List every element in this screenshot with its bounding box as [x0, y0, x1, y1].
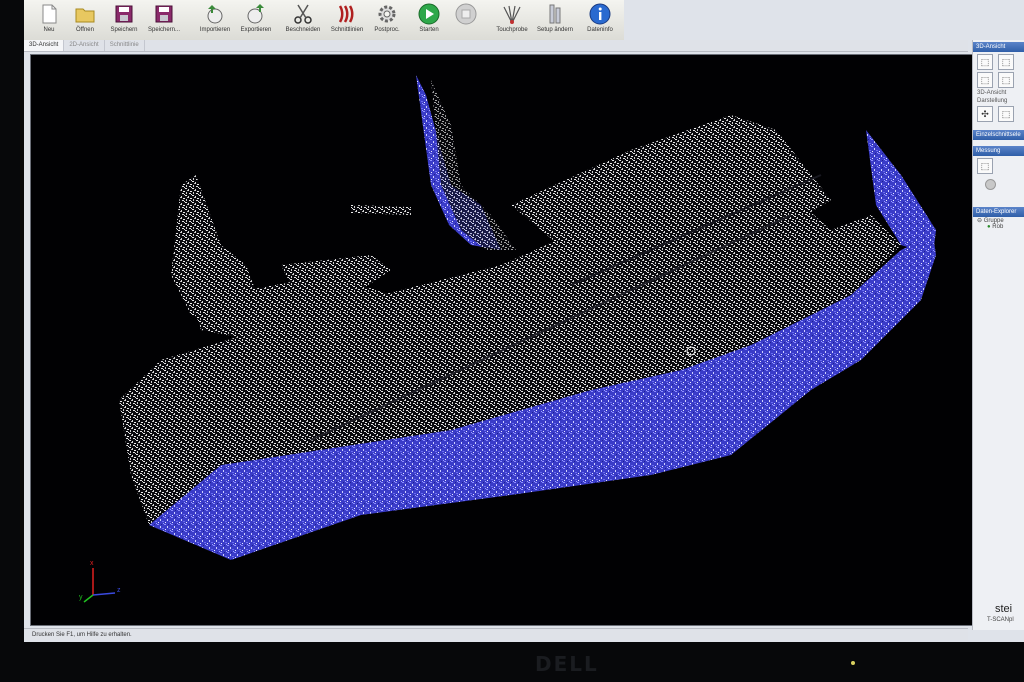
main-toolbar: Neu Öffnen Speichern Speichern... Import… [24, 0, 624, 41]
postproc-label: Postproc. [374, 27, 400, 33]
display-label: Darstellung [977, 98, 1008, 104]
stop-icon [455, 3, 477, 25]
touchprobe-label: Touchprobe [496, 27, 528, 33]
export-label: Exportieren [240, 27, 272, 33]
display-mode-button[interactable]: ✣ [977, 106, 993, 122]
application-window: Neu Öffnen Speichern Speichern... Import… [24, 0, 1024, 642]
save-as-button[interactable]: Speichern... [144, 0, 184, 40]
3d-viewport[interactable]: x z y [30, 54, 974, 626]
setup-label: Setup ändern [536, 27, 574, 33]
open-folder-icon [75, 8, 95, 23]
status-dot-icon [985, 179, 996, 190]
view-tabs: 3D-Ansicht 2D-Ansicht Schnittlinie [24, 40, 968, 52]
data-info-button[interactable]: Dateninfo [580, 0, 620, 40]
monitor-brand-logo: DELL [535, 652, 599, 676]
save-label: Speichern [110, 27, 138, 33]
status-bar: Drucken Sie F1, um Hilfe zu erhalten. [24, 628, 968, 640]
view-iso-button[interactable]: ⬚ [998, 72, 1014, 88]
save-as-icon [155, 5, 173, 23]
setup-icon [549, 4, 561, 24]
cut-lines-button[interactable]: Schnittlinien [326, 0, 368, 40]
setup-button[interactable]: Setup ändern [534, 0, 576, 40]
tree-item-label: Rob [992, 224, 1004, 230]
tab-cut-line[interactable]: Schnittlinie [105, 40, 145, 51]
right-panel: 3D-Ansicht ⬚ ⬚ ⬚ ⬚ 3D-Ansicht Darstellung … [972, 40, 1024, 630]
view-front-button[interactable]: ⬚ [977, 54, 993, 70]
data-explorer-header[interactable]: Daten-Explorer [973, 207, 1024, 217]
touchprobe-button[interactable]: Touchprobe [492, 0, 532, 40]
start-button[interactable]: Starten [410, 0, 448, 40]
touchprobe-icon [503, 5, 521, 24]
save-as-label: Speichern... [147, 27, 181, 33]
info-icon [589, 3, 611, 25]
start-label: Starten [419, 27, 439, 33]
axis-y-label: y [79, 594, 83, 601]
tab-2d-view[interactable]: 2D-Ansicht [64, 40, 105, 51]
measure-button[interactable]: ⬚ [977, 158, 993, 174]
import-button[interactable]: Importieren [196, 0, 234, 40]
open-button[interactable]: Öffnen [68, 0, 102, 40]
tab-3d-view[interactable]: 3D-Ansicht [24, 40, 65, 51]
gear-icon [378, 5, 396, 23]
cut-selection-header[interactable]: Einzelschnittsele [973, 130, 1024, 140]
vendor-logo: stei [995, 603, 1013, 615]
scissors-icon [294, 4, 312, 24]
stop-button[interactable] [450, 0, 482, 40]
import-label: Importieren [199, 27, 231, 33]
tree-item-row[interactable]: ● Rob [973, 224, 1024, 230]
new-button[interactable]: Neu [32, 0, 66, 40]
postproc-button[interactable]: Postproc. [368, 0, 406, 40]
export-button[interactable]: Exportieren [236, 0, 276, 40]
save-button[interactable]: Speichern [106, 0, 142, 40]
display-mode-alt-button[interactable]: ⬚ [998, 106, 1014, 122]
product-name: T-SCANpl [987, 617, 1014, 623]
view-top-button[interactable]: ⬚ [977, 72, 993, 88]
cut-lines-label: Schnittlinien [330, 27, 364, 33]
trim-label: Beschneiden [285, 27, 321, 33]
axis-x-label: x [90, 560, 94, 567]
play-icon [418, 3, 440, 25]
export-icon [247, 4, 264, 24]
view-panel-header[interactable]: 3D-Ansicht [973, 42, 1024, 52]
point-cloud[interactable] [31, 55, 973, 625]
measure-header[interactable]: Messung [973, 146, 1024, 156]
tree-item-icon: ● [987, 224, 991, 230]
import-icon [207, 5, 223, 24]
tree-group-row[interactable]: ⊖ Gruppe [973, 217, 1024, 224]
open-label: Öffnen [76, 27, 94, 33]
new-label: Neu [43, 27, 55, 33]
data-info-label: Dateninfo [587, 27, 613, 33]
save-icon [115, 5, 133, 23]
axis-gizmo [83, 568, 116, 603]
monitor-power-led [851, 661, 855, 665]
view-side-button[interactable]: ⬚ [998, 54, 1014, 70]
axis-triad: x z y [79, 560, 129, 605]
tree-collapse-icon[interactable]: ⊖ [977, 218, 982, 224]
axis-z-label: z [117, 587, 121, 594]
cut-lines-icon [338, 5, 354, 23]
view-label: 3D-Ansicht [977, 90, 1007, 96]
new-file-icon [42, 4, 57, 24]
trim-button[interactable]: Beschneiden [282, 0, 324, 40]
